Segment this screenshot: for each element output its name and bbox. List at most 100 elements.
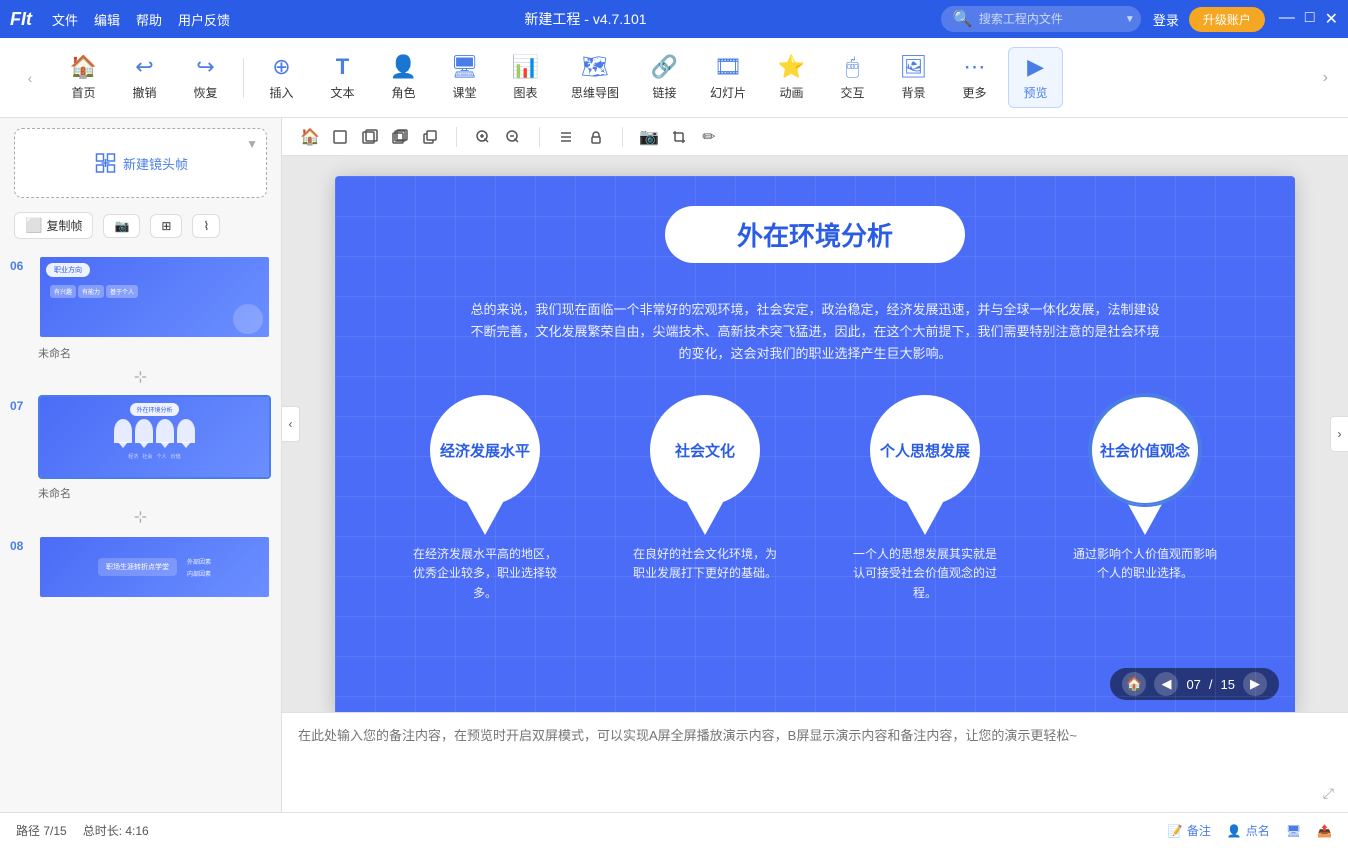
pin-item-4[interactable]: 社会价值观念 通过影响个人价值观而影响个人的职业选择。: [1048, 395, 1242, 583]
toolbar-link[interactable]: 🔗 链接: [637, 48, 692, 107]
copy-frame-button[interactable]: ⬜ 复制帧: [14, 212, 93, 239]
toolbar-undo[interactable]: ↩ 撤销: [117, 48, 172, 107]
search-input[interactable]: [979, 12, 1119, 26]
search-bar[interactable]: 🔍 ▼: [941, 6, 1141, 32]
text-icon: T: [336, 54, 349, 80]
canvas-tool-sep-1: [456, 127, 457, 147]
pin-item-3[interactable]: 个人思想发展 一个人的思想发展其实就是认可接受社会价值观念的过程。: [828, 395, 1022, 603]
canvas-screenshot-icon[interactable]: 📷: [635, 123, 663, 151]
pin-item-2[interactable]: 社会文化 在良好的社会文化环境，为职业发展打下更好的基础。: [608, 395, 802, 583]
canvas-toolbar: 🏠: [282, 118, 1348, 156]
canvas-bring-front-icon[interactable]: [416, 123, 444, 151]
pin-desc-1: 在经济发展水平高的地区，优秀企业较多，职业选择较多。: [410, 545, 560, 603]
toolbar-character[interactable]: 👤 角色: [376, 48, 431, 107]
maximize-button[interactable]: □: [1305, 9, 1315, 29]
notes-button[interactable]: 📝 备注: [1168, 822, 1211, 839]
separator-icon-2[interactable]: ⊹: [134, 507, 147, 527]
canvas-area: 🏠: [282, 118, 1348, 812]
notes-expand-icon[interactable]: ⤢: [1323, 785, 1334, 802]
toolbar-right-arrow[interactable]: ›: [1323, 69, 1328, 87]
slide-item-07[interactable]: 07 外在环境分析 经济 社会 个人 价值: [0, 391, 281, 483]
canvas-zoom-out-icon[interactable]: [499, 123, 527, 151]
toolbar-back-arrow[interactable]: ‹: [20, 68, 40, 88]
toolbar-mindmap[interactable]: 🗺 思维导图: [559, 48, 631, 107]
toolbar-interact[interactable]: 🖱 交互: [825, 48, 880, 107]
redo-icon: ↪: [196, 54, 214, 80]
slide06-title-label: 职业方向: [46, 263, 90, 277]
pin-shape-4: 社会价值观念: [1085, 395, 1205, 535]
roll-call-label: 点名: [1246, 822, 1270, 839]
canvas-layer1-icon[interactable]: [326, 123, 354, 151]
mask-button[interactable]: ⌇: [192, 214, 220, 238]
slide07-pin4: [177, 419, 195, 443]
toolbar-home[interactable]: 🏠 首页: [56, 48, 111, 107]
resize-button[interactable]: ⊞: [150, 214, 182, 238]
pin-circle-4: 社会价值观念: [1090, 395, 1200, 505]
minimize-button[interactable]: —: [1279, 9, 1295, 29]
slide-item-06[interactable]: 06 职业方向 有兴趣 有能力 基于个人: [0, 251, 281, 343]
menu-feedback[interactable]: 用户反馈: [178, 10, 230, 29]
separator-icon-1[interactable]: ⊹: [134, 367, 147, 387]
slide-canvas[interactable]: 外在环境分析 总的来说，我们现在面临一个非常好的宏观环境，社会安定，政治稳定，经…: [335, 176, 1295, 712]
slide-thumb-07[interactable]: 外在环境分析 经济 社会 个人 价值: [38, 395, 271, 479]
canvas-tool-group-2: [469, 123, 527, 151]
title-bar: FIt 文件 编辑 帮助 用户反馈 新建工程 - v4.7.101 🔍 ▼ 登录…: [0, 0, 1348, 38]
mask-icon: ⌇: [203, 219, 209, 233]
link-label: 链接: [653, 84, 677, 101]
expand-arrow-icon[interactable]: ▼: [246, 137, 258, 151]
right-sidebar-toggle[interactable]: ›: [1330, 416, 1348, 452]
close-button[interactable]: ✕: [1325, 9, 1338, 29]
toolbar-insert[interactable]: ⊕ 插入: [254, 48, 309, 107]
add-frame-button[interactable]: 新建镜头帧 ▼: [14, 128, 267, 198]
slide08-inner1: 外部因素: [187, 557, 211, 566]
notes-icon: 📝: [1168, 824, 1183, 838]
toolbar-more[interactable]: ⋯ 更多: [947, 48, 1002, 107]
canvas-layer2-icon[interactable]: [356, 123, 384, 151]
slide-icon: 🎞: [714, 54, 742, 80]
home-label: 首页: [71, 84, 95, 101]
canvas-crop-icon[interactable]: [665, 123, 693, 151]
add-frame-label: 新建镜头帧: [123, 154, 188, 173]
notes-area: ⤢: [282, 712, 1348, 812]
canvas-home-icon[interactable]: 🏠: [296, 123, 324, 151]
slide-panel: 新建镜头帧 ▼ ⬜ 复制帧 📷 ⊞ ⌇ 06: [0, 118, 282, 812]
slide06-tag2: 有能力: [78, 285, 104, 298]
toolbar-preview[interactable]: ▶ 预览: [1008, 47, 1063, 108]
interact-label: 交互: [841, 84, 865, 101]
slide-thumb-06[interactable]: 职业方向 有兴趣 有能力 基于个人: [38, 255, 271, 339]
menu-file[interactable]: 文件: [52, 10, 78, 29]
camera-button[interactable]: 📷: [103, 214, 140, 238]
slide-item-08[interactable]: 08 职场生涯转折点学堂 外部因素 内部因素: [0, 531, 281, 603]
slide-label-07: 未命名: [0, 483, 281, 503]
toolbar-text[interactable]: T 文本: [315, 48, 370, 107]
slide-separator-2: ⊹: [0, 503, 281, 531]
toolbar-chart[interactable]: 📊 图表: [498, 48, 553, 107]
sidebar-toggle-button[interactable]: ‹: [282, 406, 300, 442]
upgrade-button[interactable]: 升级账户: [1189, 7, 1265, 32]
canvas-edit-icon[interactable]: ✏: [695, 123, 723, 151]
notes-input[interactable]: [298, 725, 1332, 795]
toolbar-redo[interactable]: ↪ 恢复: [178, 48, 233, 107]
share-button[interactable]: 📤: [1317, 824, 1332, 838]
toolbar-class[interactable]: 🖥 课堂: [437, 48, 492, 107]
canvas-align-icon[interactable]: [552, 123, 580, 151]
screen-button[interactable]: 🖥: [1286, 824, 1301, 838]
toolbar-bg[interactable]: 🖼 背景: [886, 48, 941, 107]
animation-label: 动画: [780, 84, 804, 101]
slide-thumb-08[interactable]: 职场生涯转折点学堂 外部因素 内部因素: [38, 535, 271, 599]
login-button[interactable]: 登录: [1153, 10, 1179, 29]
pin-shape-3: 个人思想发展: [865, 395, 985, 535]
slide-subtitle: 总的来说，我们现在面临一个非常好的宏观环境，社会安定，政治稳定，经济发展迅速，并…: [465, 299, 1165, 365]
roll-call-button[interactable]: 👤 点名: [1227, 822, 1270, 839]
toolbar-slide[interactable]: 🎞 幻灯片: [698, 48, 758, 107]
pin-item-1[interactable]: 经济发展水平 在经济发展水平高的地区，优秀企业较多，职业选择较多。: [388, 395, 582, 603]
menu-help[interactable]: 帮助: [136, 10, 162, 29]
pin-label-1: 经济发展水平: [440, 440, 530, 461]
undo-icon: ↩: [135, 54, 153, 80]
menu-edit[interactable]: 编辑: [94, 10, 120, 29]
canvas-lock-icon[interactable]: [582, 123, 610, 151]
canvas-layer3-icon[interactable]: [386, 123, 414, 151]
canvas-zoom-in-icon[interactable]: [469, 123, 497, 151]
search-dropdown-icon[interactable]: ▼: [1125, 14, 1135, 25]
toolbar-animation[interactable]: ⭐ 动画: [764, 48, 819, 107]
